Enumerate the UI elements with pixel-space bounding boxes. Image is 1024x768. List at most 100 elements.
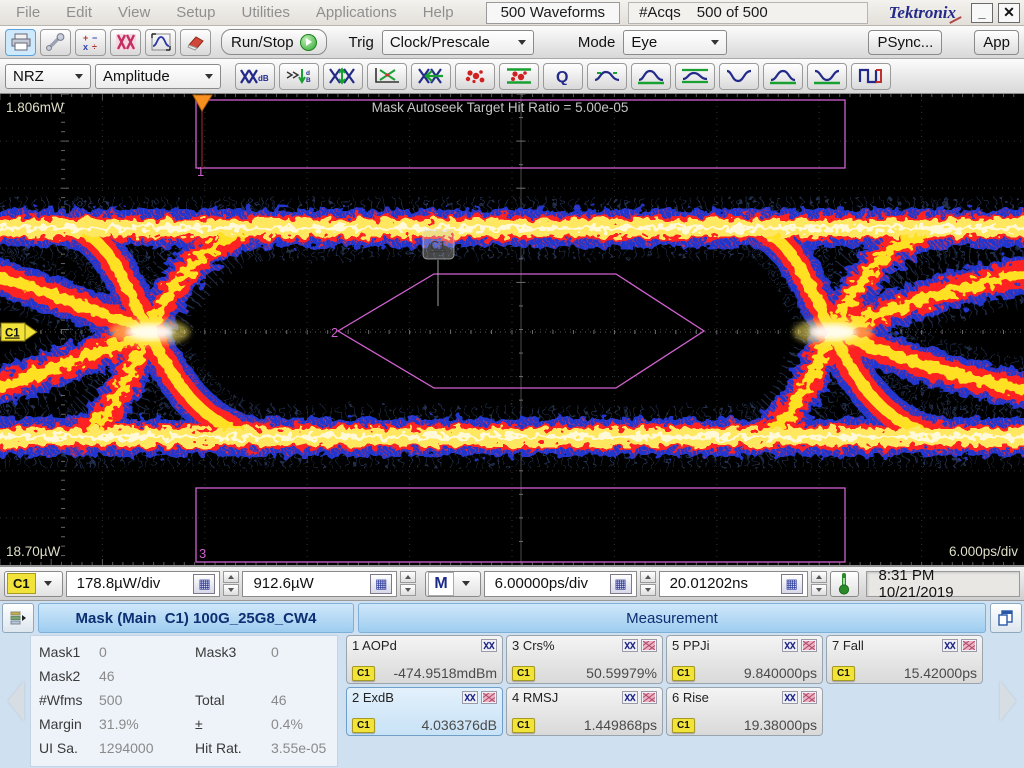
mask-panel-prev-button[interactable] (2, 635, 30, 767)
mask-stat-label: Hit Rat. (195, 740, 242, 756)
psync-button[interactable]: PSync... (868, 29, 943, 55)
mask-stat-value: 3.55e-05 (271, 740, 327, 756)
menu-file[interactable]: File (4, 2, 52, 23)
trigger-source-dropdown[interactable]: Clock/Prescale (381, 29, 534, 55)
pulse-width-button[interactable] (719, 62, 759, 90)
eye-height-icon (329, 67, 355, 85)
mode-label: Mode (577, 33, 616, 51)
mask-panel-menu-button[interactable] (2, 603, 34, 633)
q-factor-button[interactable]: Q (543, 62, 583, 90)
timebase-select-dropdown[interactable]: M (425, 570, 481, 597)
vertical-scale-value: 178.8µW/div (76, 575, 161, 592)
step-down-icon[interactable] (400, 584, 417, 596)
vertical-max-scale-label: 1.806mW (6, 100, 64, 115)
measurement-name: 5 PPJi (672, 638, 710, 653)
math-button[interactable]: + − x ÷ (75, 28, 106, 56)
eye-top-base-button[interactable] (675, 62, 715, 90)
keypad-icon[interactable]: ▦ (780, 573, 803, 594)
eye-measure-icon (622, 691, 638, 704)
crossing-percent-button[interactable] (499, 62, 539, 90)
vertical-scale-field[interactable]: 178.8µW/div ▦ (65, 570, 221, 597)
measurement-setup-button[interactable] (145, 28, 176, 56)
eye-measure-icon (622, 639, 638, 652)
step-up-icon[interactable] (223, 571, 240, 583)
temperature-status-button[interactable] (829, 570, 859, 597)
trigger-source-value: Clock/Prescale (389, 33, 490, 51)
extinction-ratio-db-button[interactable]: dB (235, 62, 275, 90)
results-panel: Mask (Main C1) 100G_25G8_CW4 Measurement… (0, 601, 1024, 768)
horizontal-scale-field[interactable]: 6.00000ps/div ▦ (483, 570, 637, 597)
eye-diagram-canvas[interactable]: 1 2 3 1.806mW 18.70µW 6.000ps/div Mask A… (0, 94, 1024, 565)
menu-applications[interactable]: Applications (304, 2, 409, 23)
measurement-name: 4 RMSJ (512, 690, 559, 705)
channel-select-dropdown[interactable]: C1 (4, 570, 63, 597)
eye-measure-icon (462, 691, 478, 704)
crossing-level-button[interactable] (455, 62, 495, 90)
jitter-pp-button[interactable] (587, 62, 627, 90)
step-down-icon[interactable] (639, 584, 656, 596)
measurement-cell-fall[interactable]: 7 Fall C1 15.42000ps (826, 635, 983, 684)
measurement-cell-rmsj[interactable]: 4 RMSJ C1 1.449868ps (506, 687, 663, 736)
signal-type-dropdown[interactable]: NRZ (5, 63, 91, 89)
source-badge: C1 (672, 665, 695, 681)
chevron-left-icon (8, 681, 24, 721)
step-down-icon[interactable] (223, 584, 240, 596)
mask-panel-title[interactable]: Mask (Main C1) 100G_25G8_CW4 (38, 603, 354, 633)
acquisitions-indicator: #Acqs 500 of 500 (628, 1, 869, 24)
print-button[interactable] (5, 28, 36, 56)
menu-edit[interactable]: Edit (54, 2, 104, 23)
eye-width-button[interactable] (367, 62, 407, 90)
keypad-icon[interactable]: ▦ (609, 573, 632, 594)
window-copy-icon (998, 610, 1013, 626)
eye-amplitude-button[interactable] (411, 62, 451, 90)
oma-button[interactable]: dB (279, 62, 319, 90)
jitter-rms-button[interactable] (631, 62, 671, 90)
horizontal-position-field[interactable]: 20.01202ns ▦ (658, 570, 808, 597)
step-up-icon[interactable] (810, 571, 827, 583)
measurement-panel-window-button[interactable] (990, 603, 1022, 633)
measurement-cell-aopd[interactable]: 1 AOPd C1 -474.9518mdBm (346, 635, 503, 684)
rise-time-button[interactable] (763, 62, 803, 90)
step-up-icon[interactable] (639, 571, 656, 583)
mask-hits-icon (481, 691, 497, 704)
horizontal-scale-stepper[interactable] (639, 571, 656, 596)
horizontal-position-stepper[interactable] (810, 571, 827, 596)
chevron-down-icon (461, 581, 470, 586)
app-button[interactable]: App (974, 29, 1019, 55)
vertical-offset-stepper[interactable] (400, 571, 417, 596)
menu-help[interactable]: Help (411, 2, 466, 23)
setup-tools-button[interactable] (40, 28, 71, 56)
menu-view[interactable]: View (106, 2, 162, 23)
measurement-cell-rise[interactable]: 6 Rise C1 19.38000ps (666, 687, 823, 736)
run-stop-button[interactable]: Run/Stop (221, 29, 327, 55)
close-button[interactable]: ✕ (998, 2, 1020, 23)
measurement-cell-ppji[interactable]: 5 PPJi C1 9.840000ps (666, 635, 823, 684)
keypad-icon[interactable]: ▦ (193, 573, 216, 594)
step-up-icon[interactable] (400, 571, 417, 583)
measure-category-dropdown[interactable]: Amplitude (95, 63, 221, 89)
mode-dropdown[interactable]: Eye (623, 29, 728, 55)
measurement-cell-exdb[interactable]: 2 ExdB C1 4.036376dB (346, 687, 503, 736)
eye-height-button[interactable] (323, 62, 363, 90)
measurement-panel-next-button[interactable] (994, 635, 1022, 767)
mask-stat-value: 500 (99, 692, 123, 708)
mask-test-button[interactable] (110, 28, 141, 56)
svg-text:÷: ÷ (92, 42, 97, 51)
clear-data-button[interactable] (180, 28, 211, 56)
vertical-scale-stepper[interactable] (223, 571, 240, 596)
source-badge: C1 (512, 717, 535, 733)
eraser-icon (186, 36, 204, 51)
measurement-cell-crs[interactable]: 3 Crs% C1 50.59979% (506, 635, 663, 684)
keypad-icon[interactable]: ▦ (370, 573, 393, 594)
channel-cursor-handle[interactable]: C1 (422, 229, 455, 260)
channel-reference-marker[interactable]: C1 (0, 322, 38, 342)
fall-time-button[interactable] (807, 62, 847, 90)
minimize-button[interactable]: _ (971, 2, 993, 23)
vertical-offset-field[interactable]: 912.6µW ▦ (242, 570, 398, 597)
step-down-icon[interactable] (810, 584, 827, 596)
waveform-display[interactable]: 1 2 3 1.806mW 18.70µW 6.000ps/div Mask A… (0, 94, 1024, 565)
measurement-panel-title[interactable]: Measurement (358, 603, 986, 633)
bit-rate-button[interactable] (851, 62, 891, 90)
menu-setup[interactable]: Setup (164, 2, 227, 23)
menu-utilities[interactable]: Utilities (229, 2, 301, 23)
